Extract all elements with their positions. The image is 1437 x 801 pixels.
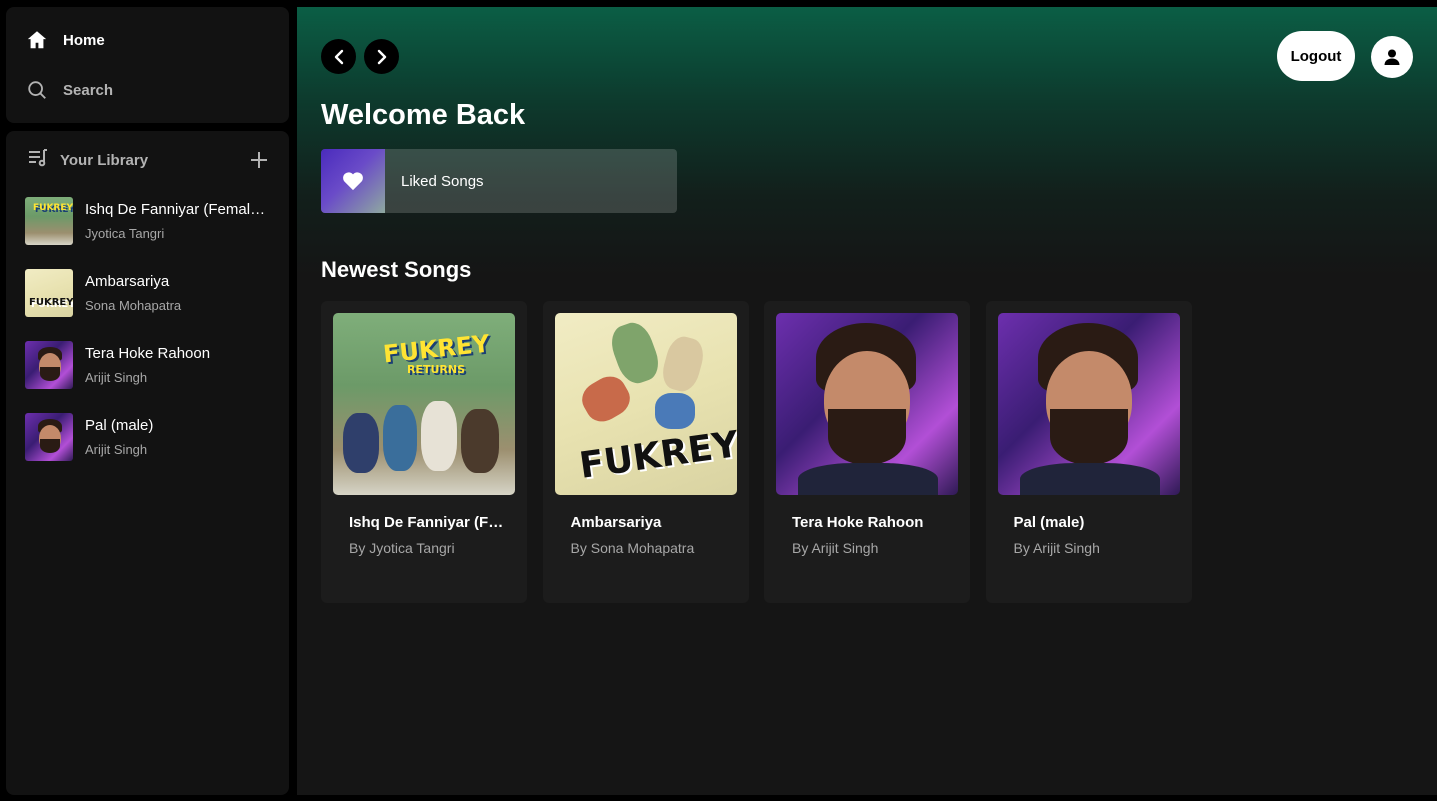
- page-title: Welcome Back: [321, 99, 526, 131]
- library-item[interactable]: FUKREY Ishq De Fanniyar (Female Version)…: [25, 197, 275, 245]
- liked-songs-art: [321, 149, 385, 213]
- song-card-title: Ambarsariya: [570, 514, 662, 531]
- library-header: Your Library: [26, 148, 271, 172]
- main-content: Logout Welcome Back Liked Songs Newest S…: [297, 7, 1437, 795]
- library-panel: Your Library FUKREY Ishq De Fanniyar (Fe…: [6, 131, 289, 795]
- album-art-title: FUKREY: [576, 424, 737, 487]
- song-card[interactable]: FUKREY Ambarsariya By Sona Mohapatra: [542, 301, 749, 603]
- library-item-title: Ambarsariya: [85, 273, 170, 290]
- app-root: Home Search Your Library FUKREY Ishq De …: [0, 0, 1437, 801]
- sidebar-item-label: Search: [63, 81, 114, 99]
- song-card[interactable]: Tera Hoke Rahoon By Arijit Singh: [764, 301, 970, 603]
- logout-button[interactable]: Logout: [1277, 31, 1355, 81]
- song-card-title: Tera Hoke Rahoon: [792, 514, 924, 531]
- album-art: FUKREY: [554, 313, 737, 495]
- plus-icon: [251, 152, 267, 168]
- liked-songs-card[interactable]: Liked Songs: [321, 149, 677, 213]
- album-art-subtitle: RETURNS: [407, 363, 466, 376]
- search-icon: [26, 79, 48, 101]
- section-title-newest: Newest Songs: [321, 257, 472, 282]
- song-card-artist: By Jyotica Tangri: [349, 540, 455, 556]
- song-card-artist: By Arijit Singh: [1013, 540, 1100, 556]
- library-icon[interactable]: [26, 146, 50, 175]
- sidebar-item-label: Home: [63, 31, 105, 49]
- user-icon: [1384, 49, 1400, 65]
- library-item-artist: Arijit Singh: [85, 442, 148, 457]
- song-card-artist: By Sona Mohapatra: [570, 540, 695, 556]
- library-item-artist: Arijit Singh: [85, 370, 148, 385]
- library-item-artist: Sona Mohapatra: [85, 298, 182, 313]
- library-item[interactable]: Tera Hoke Rahoon Arijit Singh: [25, 341, 275, 389]
- library-item-title: Tera Hoke Rahoon: [85, 345, 211, 362]
- song-card[interactable]: Pal (male) By Arijit Singh: [985, 301, 1192, 603]
- library-item[interactable]: FUKREY Ambarsariya Sona Mohapatra: [25, 269, 275, 317]
- song-card[interactable]: FUKREY RETURNS Ishq De Fanniyar (Female …: [321, 301, 527, 603]
- song-card-artist: By Arijit Singh: [792, 540, 879, 556]
- library-list: FUKREY Ishq De Fanniyar (Female Version)…: [25, 197, 275, 485]
- liked-songs-label: Liked Songs: [401, 172, 484, 190]
- album-art: [997, 313, 1180, 495]
- album-art-title: FUKREY: [33, 203, 73, 213]
- library-item-title: Pal (male): [85, 417, 154, 434]
- sidebar-item-search[interactable]: Search: [26, 78, 113, 102]
- chevron-right-icon: [377, 49, 386, 64]
- library-title[interactable]: Your Library: [60, 152, 148, 169]
- add-playlist-button[interactable]: [247, 148, 271, 172]
- song-card-title: Pal (male): [1013, 514, 1085, 531]
- forward-button[interactable]: [364, 39, 399, 74]
- sidebar-item-home[interactable]: Home: [26, 28, 105, 52]
- album-art-title: FUKREY: [29, 297, 73, 308]
- profile-button[interactable]: [1371, 36, 1413, 78]
- sidebar-nav-panel: Home Search: [6, 7, 289, 123]
- song-thumbnail: FUKREY: [25, 269, 73, 317]
- library-item-artist: Jyotica Tangri: [85, 226, 165, 241]
- back-button[interactable]: [321, 39, 356, 74]
- song-thumbnail: [25, 341, 73, 389]
- album-art: FUKREY RETURNS: [333, 313, 515, 495]
- library-item[interactable]: Pal (male) Arijit Singh: [25, 413, 275, 461]
- newest-songs-grid: FUKREY RETURNS Ishq De Fanniyar (Female …: [321, 301, 1207, 603]
- home-icon: [26, 29, 48, 51]
- song-thumbnail: FUKREY: [25, 197, 73, 245]
- chevron-left-icon: [334, 49, 343, 64]
- library-item-title: Ishq De Fanniyar (Female Version): [85, 201, 267, 218]
- heart-icon: [343, 172, 363, 191]
- album-art: [776, 313, 958, 495]
- song-card-title: Ishq De Fanniyar (Female Version): [349, 514, 509, 531]
- song-thumbnail: [25, 413, 73, 461]
